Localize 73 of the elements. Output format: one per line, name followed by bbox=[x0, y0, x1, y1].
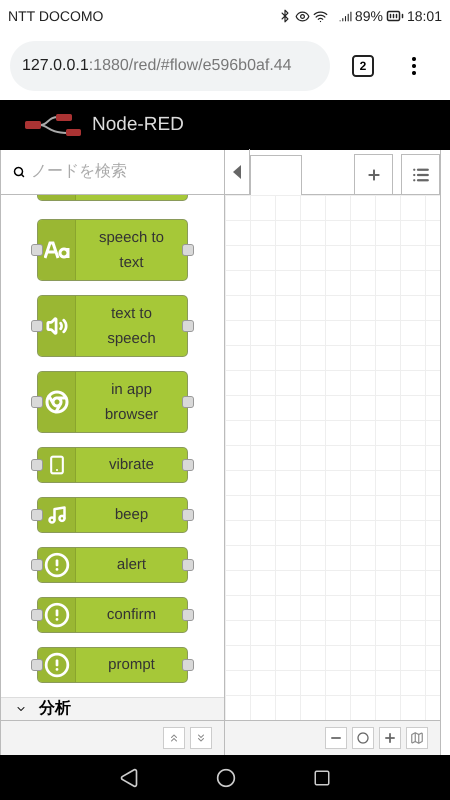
input-port bbox=[31, 608, 43, 621]
collapse-all-button[interactable] bbox=[163, 727, 185, 749]
search-field[interactable]: ノードを検索 bbox=[31, 160, 212, 184]
recents-icon[interactable] bbox=[313, 768, 332, 786]
node-label: speech to text bbox=[98, 228, 166, 273]
text-icon bbox=[44, 240, 70, 259]
tab-count-button[interactable]: 2 bbox=[352, 55, 374, 77]
output-port bbox=[182, 608, 194, 621]
palette-node[interactable]: text to speech bbox=[37, 294, 188, 357]
output-port bbox=[182, 396, 194, 408]
double-chevron-down-icon bbox=[195, 732, 207, 744]
output-port bbox=[182, 244, 194, 256]
app-title: Node-RED bbox=[92, 112, 184, 137]
flow-list-button[interactable] bbox=[401, 154, 440, 194]
zoom-reset-button[interactable] bbox=[352, 727, 374, 749]
url-path: :1880/red/#flow/e596b0af.44 bbox=[88, 56, 292, 76]
palette-node[interactable] bbox=[37, 195, 188, 201]
node-label: beep bbox=[114, 505, 150, 526]
node-label: text to speech bbox=[106, 304, 157, 349]
node-label: vibrate bbox=[108, 455, 156, 476]
zoom-in-button[interactable] bbox=[379, 727, 401, 749]
circle-icon bbox=[357, 732, 369, 744]
output-port bbox=[182, 508, 194, 521]
back-icon[interactable] bbox=[118, 768, 139, 788]
flow-logo-icon bbox=[24, 113, 82, 137]
browser-icon bbox=[44, 390, 68, 414]
navigator-button[interactable] bbox=[406, 727, 428, 749]
wifi-icon bbox=[312, 8, 328, 24]
search-icon bbox=[13, 166, 25, 178]
palette-node[interactable]: vibrate bbox=[37, 446, 188, 483]
add-flow-button[interactable] bbox=[354, 154, 393, 194]
category-title[interactable]: 分析 bbox=[39, 698, 71, 719]
plus-icon bbox=[366, 166, 382, 182]
alert-icon bbox=[44, 652, 70, 678]
output-port bbox=[182, 658, 194, 671]
address-bar[interactable]: 127.0.0.1:1880/red/#flow/e596b0af.44 bbox=[10, 41, 330, 91]
output-port bbox=[182, 320, 194, 332]
battery-level: 89% bbox=[354, 6, 383, 26]
palette-node[interactable]: speech to text bbox=[37, 218, 188, 281]
input-port bbox=[31, 396, 43, 408]
output-port bbox=[182, 558, 194, 571]
signal-icon bbox=[338, 10, 352, 22]
caret-left-icon bbox=[232, 164, 242, 180]
node-label: confirm bbox=[106, 605, 158, 626]
palette-node[interactable]: beep bbox=[37, 496, 188, 533]
palette-node[interactable]: prompt bbox=[37, 646, 188, 683]
zoom-out-button[interactable] bbox=[325, 727, 347, 749]
eye-icon bbox=[294, 8, 310, 24]
palette-node[interactable]: in app browser bbox=[37, 370, 188, 433]
alert-icon bbox=[44, 602, 70, 628]
input-port bbox=[31, 658, 43, 671]
output-port bbox=[182, 458, 194, 471]
input-port bbox=[31, 508, 43, 521]
music-note-icon bbox=[46, 504, 66, 525]
double-chevron-up-icon bbox=[168, 732, 180, 744]
input-port bbox=[31, 458, 43, 471]
home-icon[interactable] bbox=[216, 768, 236, 788]
input-port bbox=[31, 320, 43, 332]
clock-time: 18:01 bbox=[406, 6, 442, 26]
palette-node[interactable]: confirm bbox=[37, 596, 188, 633]
input-port bbox=[31, 244, 43, 256]
node-label: prompt bbox=[107, 655, 156, 676]
map-icon bbox=[410, 731, 424, 745]
node-label: alert bbox=[116, 555, 148, 576]
plus-icon bbox=[383, 731, 397, 745]
input-port bbox=[31, 558, 43, 571]
carrier-name: NTT DOCOMO bbox=[8, 6, 104, 26]
alert-icon bbox=[44, 552, 70, 578]
url-host: 127.0.0.1 bbox=[22, 56, 89, 76]
palette-node[interactable]: alert bbox=[37, 546, 188, 583]
expand-all-button[interactable] bbox=[190, 727, 212, 749]
node-label: in app browser bbox=[104, 380, 160, 425]
list-icon bbox=[412, 166, 430, 184]
